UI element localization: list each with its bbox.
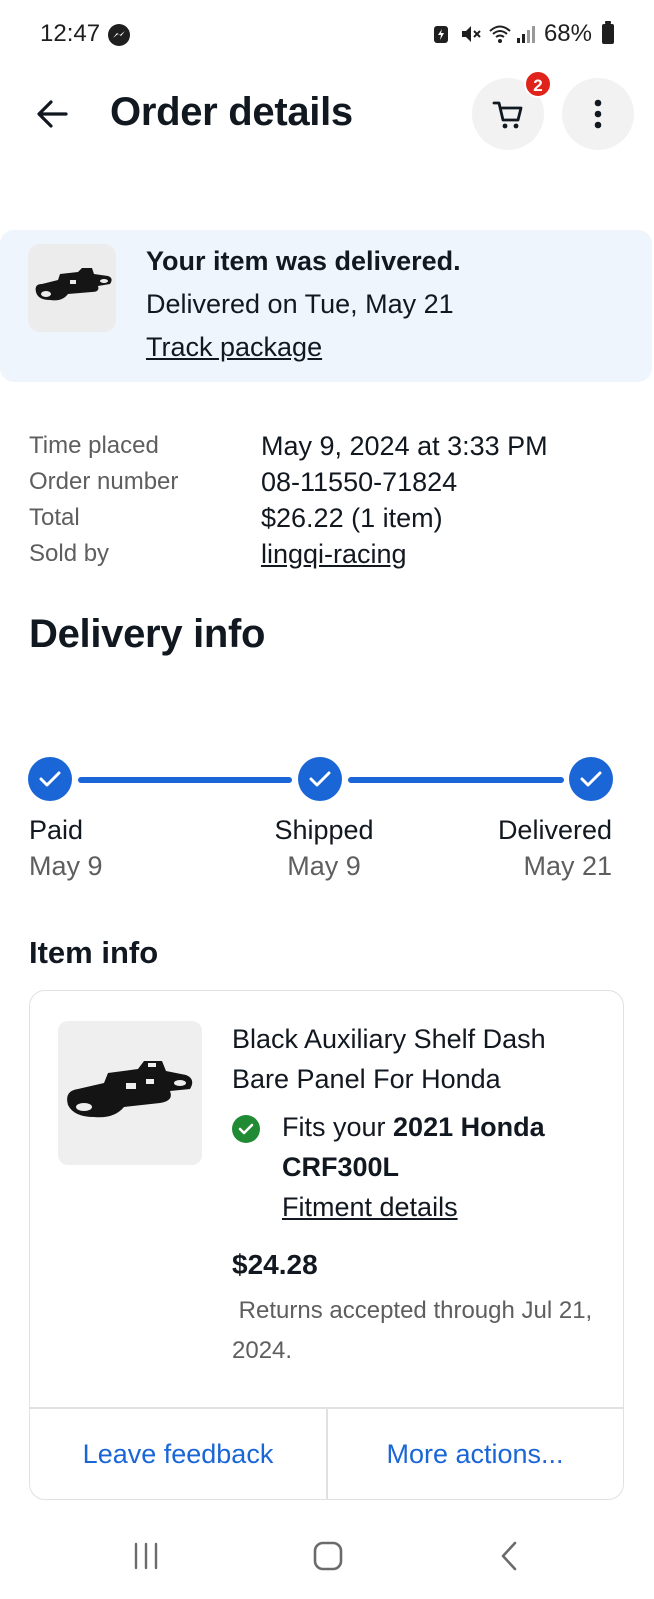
item-image[interactable] (58, 1021, 202, 1165)
track-package-link[interactable]: Track package (146, 332, 322, 363)
battery-icon (602, 21, 614, 44)
fitment-text: Fits your 2021 Honda CRF300L (282, 1107, 602, 1187)
progress-line (348, 777, 564, 783)
status-icons: 68% (432, 20, 614, 48)
system-navigation-bar (0, 1510, 654, 1599)
more-options-button[interactable] (562, 78, 634, 150)
summary-row-total: Total $26.22 (1 item) (29, 500, 629, 536)
more-actions-button[interactable]: More actions... (327, 1409, 623, 1499)
time-placed-value: May 9, 2024 at 3:33 PM (261, 430, 548, 461)
cart-count-badge: 2 (524, 70, 552, 98)
summary-row-sold-by: Sold by lingqi-racing (29, 536, 629, 572)
step-delivered-check-icon (569, 757, 613, 801)
summary-key: Total (29, 504, 80, 531)
summary-row-time-placed: Time placed May 9, 2024 at 3:33 PM (29, 428, 629, 464)
leave-feedback-button[interactable]: Leave feedback (30, 1409, 326, 1499)
kebab-menu-icon (594, 99, 602, 129)
step-shipped-label: Shipped (274, 815, 374, 845)
fitment-prefix: Fits your (282, 1112, 394, 1142)
status-time: 12:47 (40, 20, 101, 47)
home-icon (313, 1541, 343, 1571)
order-number-value: 08-11550-71824 (261, 466, 458, 497)
arrow-left-icon (37, 100, 68, 128)
summary-key: Order number (29, 468, 179, 495)
step-shipped-check-icon (298, 757, 342, 801)
item-thumbnail[interactable] (28, 244, 116, 332)
delivered-title: Your item was delivered. (146, 246, 461, 276)
total-value: $26.22 (1 item) (261, 502, 443, 533)
back-button[interactable] (28, 90, 76, 138)
messenger-icon (108, 24, 130, 46)
status-bar: 12:47 68% (0, 0, 654, 68)
step-delivered-date: May 21 (523, 851, 612, 881)
order-summary: Time placed May 9, 2024 at 3:33 PM Order… (29, 428, 629, 572)
step-delivered-label: Delivered (497, 815, 612, 845)
step-paid-check-icon (28, 757, 72, 801)
battery-percent: 68% (543, 20, 592, 47)
item-title[interactable]: Black Auxiliary Shelf Dash Bare Panel Fo… (232, 1019, 602, 1099)
delivery-progress-tracker: Paid May 9 Shipped May 9 Delivered May 2… (0, 755, 654, 885)
item-price: $24.28 (232, 1249, 318, 1280)
signal-icon (516, 23, 536, 45)
delivered-date: Delivered on Tue, May 21 (146, 289, 454, 319)
recents-icon (134, 1542, 158, 1570)
step-paid-date: May 9 (29, 851, 103, 881)
chevron-left-icon (501, 1541, 517, 1571)
step-shipped-date: May 9 (287, 851, 361, 881)
seller-link[interactable]: lingqi-racing (261, 539, 407, 570)
progress-line (78, 777, 292, 783)
summary-key: Time placed (29, 432, 159, 459)
item-card: Black Auxiliary Shelf Dash Bare Panel Fo… (29, 990, 624, 1500)
mute-icon (460, 23, 481, 45)
app-header: Order details 2 (0, 70, 654, 156)
fitment-check-icon (232, 1115, 260, 1143)
delivery-status-banner: Your item was delivered. Delivered on Tu… (0, 230, 652, 382)
page-title: Order details (110, 90, 353, 134)
dash-panel-image (35, 268, 112, 301)
summary-row-order-number: Order number 08-11550-71824 (29, 464, 629, 500)
battery-saver-icon (432, 23, 452, 45)
fitment-details-link[interactable]: Fitment details (282, 1187, 458, 1227)
item-info-title: Item info (29, 935, 159, 970)
returns-policy-text: Returns accepted through Jul 21, 2024. (232, 1297, 599, 1364)
home-button[interactable] (298, 1534, 358, 1578)
dash-panel-image (67, 1061, 193, 1118)
delivery-info-title: Delivery info (29, 612, 266, 656)
step-paid-label: Paid (29, 815, 84, 845)
system-back-button[interactable] (480, 1534, 540, 1578)
summary-key: Sold by (29, 540, 110, 567)
recents-button[interactable] (116, 1534, 176, 1578)
wifi-icon (488, 23, 511, 45)
cart-icon (492, 101, 523, 129)
